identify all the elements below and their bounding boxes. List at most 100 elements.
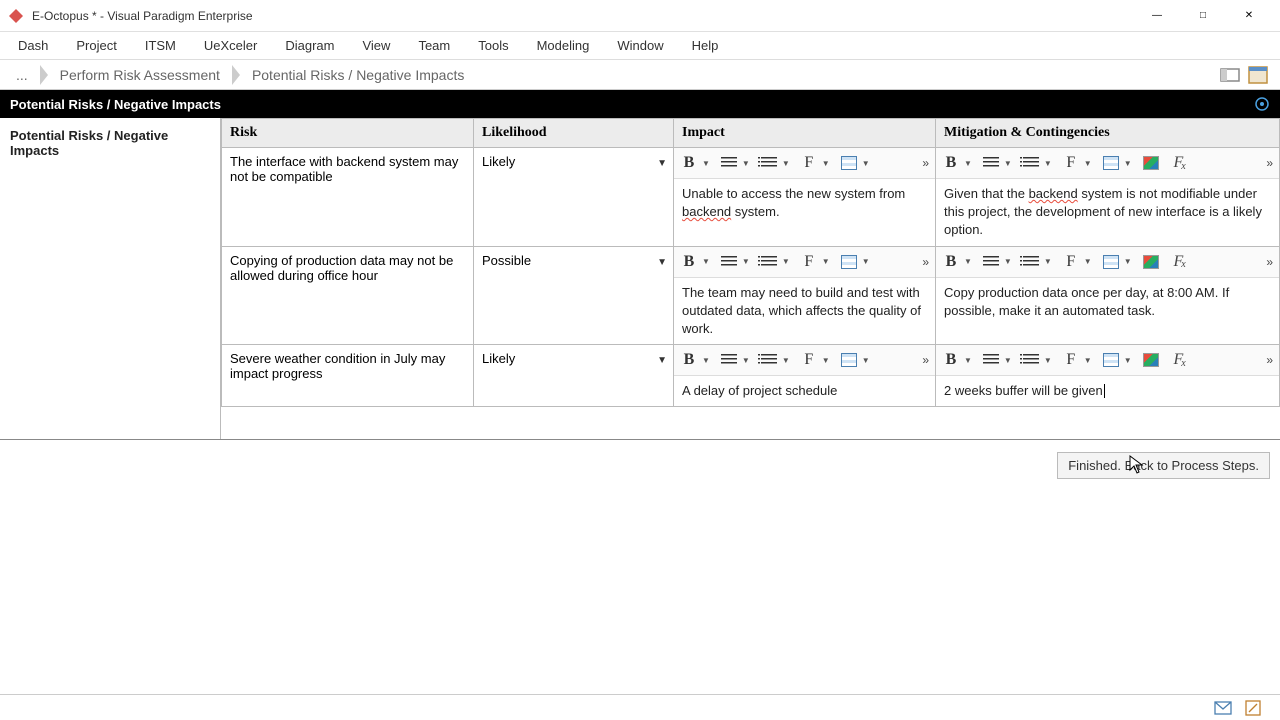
mitigation-cell[interactable]: B▼▼▼F▼▼F»2 weeks buffer will be given bbox=[936, 345, 1280, 407]
mail-icon[interactable] bbox=[1214, 700, 1232, 716]
likelihood-cell[interactable]: Likely▼ bbox=[474, 345, 674, 407]
menu-help[interactable]: Help bbox=[678, 34, 733, 57]
chevron-down-icon[interactable]: ▼ bbox=[962, 356, 972, 365]
align-button[interactable] bbox=[718, 349, 740, 371]
table-icon[interactable] bbox=[838, 152, 860, 174]
mitigation-text[interactable]: 2 weeks buffer will be given bbox=[936, 376, 1279, 406]
chevron-down-icon[interactable]: ▼ bbox=[700, 257, 710, 266]
menu-modeling[interactable]: Modeling bbox=[523, 34, 604, 57]
chevron-down-icon[interactable]: ▼ bbox=[1082, 257, 1092, 266]
list-button[interactable] bbox=[758, 152, 780, 174]
list-button[interactable] bbox=[758, 349, 780, 371]
menu-view[interactable]: View bbox=[348, 34, 404, 57]
color-icon[interactable] bbox=[1140, 251, 1162, 273]
chevron-down-icon[interactable]: ▼ bbox=[740, 257, 750, 266]
impact-cell[interactable]: B▼▼▼F▼▼»The team may need to build and t… bbox=[674, 246, 936, 345]
breadcrumb-root[interactable]: ... bbox=[6, 65, 38, 85]
impact-cell[interactable]: B▼▼▼F▼▼»Unable to access the new system … bbox=[674, 148, 936, 247]
menu-window[interactable]: Window bbox=[603, 34, 677, 57]
likelihood-cell[interactable]: Likely▼ bbox=[474, 148, 674, 247]
more-button[interactable]: » bbox=[1266, 353, 1275, 367]
chevron-down-icon[interactable]: ▼ bbox=[780, 356, 790, 365]
align-button[interactable] bbox=[718, 152, 740, 174]
chevron-down-icon[interactable]: ▼ bbox=[1002, 159, 1012, 168]
table-icon[interactable] bbox=[838, 251, 860, 273]
col-likelihood[interactable]: Likelihood bbox=[474, 119, 674, 148]
clear-format-icon[interactable]: F bbox=[1170, 152, 1192, 174]
clear-format-icon[interactable]: F bbox=[1170, 349, 1192, 371]
preview-icon[interactable] bbox=[1248, 66, 1268, 84]
risk-cell[interactable]: Severe weather condition in July may imp… bbox=[222, 345, 474, 407]
chevron-down-icon[interactable]: ▼ bbox=[1002, 356, 1012, 365]
chevron-down-icon[interactable]: ▼ bbox=[820, 257, 830, 266]
maximize-button[interactable]: □ bbox=[1180, 0, 1226, 32]
more-button[interactable]: » bbox=[922, 255, 931, 269]
chevron-down-icon[interactable]: ▼ bbox=[657, 355, 667, 366]
table-icon[interactable] bbox=[1100, 349, 1122, 371]
more-button[interactable]: » bbox=[1266, 156, 1275, 170]
impact-text[interactable]: A delay of project schedule bbox=[674, 376, 935, 406]
chevron-down-icon[interactable]: ▼ bbox=[1122, 257, 1132, 266]
table-icon[interactable] bbox=[1100, 152, 1122, 174]
font-button[interactable]: F bbox=[1060, 251, 1082, 273]
chevron-down-icon[interactable]: ▼ bbox=[740, 356, 750, 365]
breadcrumb-item-1[interactable]: Perform Risk Assessment bbox=[50, 65, 230, 85]
chevron-down-icon[interactable]: ▼ bbox=[820, 356, 830, 365]
impact-text[interactable]: Unable to access the new system from bac… bbox=[674, 179, 935, 227]
risk-cell[interactable]: The interface with backend system may no… bbox=[222, 148, 474, 247]
chevron-down-icon[interactable]: ▼ bbox=[700, 356, 710, 365]
font-button[interactable]: F bbox=[1060, 152, 1082, 174]
note-icon[interactable] bbox=[1244, 700, 1262, 716]
chevron-down-icon[interactable]: ▼ bbox=[962, 159, 972, 168]
chevron-down-icon[interactable]: ▼ bbox=[1122, 159, 1132, 168]
clear-format-icon[interactable]: F bbox=[1170, 251, 1192, 273]
menu-uexceler[interactable]: UeXceler bbox=[190, 34, 271, 57]
col-impact[interactable]: Impact bbox=[674, 119, 936, 148]
menu-project[interactable]: Project bbox=[62, 34, 130, 57]
chevron-down-icon[interactable]: ▼ bbox=[1042, 356, 1052, 365]
chevron-down-icon[interactable]: ▼ bbox=[1082, 159, 1092, 168]
mitigation-text[interactable]: Given that the backend system is not mod… bbox=[936, 179, 1279, 246]
close-button[interactable]: ✕ bbox=[1226, 0, 1272, 32]
impact-cell[interactable]: B▼▼▼F▼▼»A delay of project schedule bbox=[674, 345, 936, 407]
bold-button[interactable]: B bbox=[678, 251, 700, 273]
likelihood-cell[interactable]: Possible▼ bbox=[474, 246, 674, 345]
chevron-down-icon[interactable]: ▼ bbox=[780, 257, 790, 266]
bold-button[interactable]: B bbox=[678, 349, 700, 371]
list-button[interactable] bbox=[1020, 152, 1042, 174]
col-mitigation[interactable]: Mitigation & Contingencies bbox=[936, 119, 1280, 148]
chevron-down-icon[interactable]: ▼ bbox=[1002, 257, 1012, 266]
list-button[interactable] bbox=[1020, 251, 1042, 273]
list-button[interactable] bbox=[1020, 349, 1042, 371]
chevron-down-icon[interactable]: ▼ bbox=[1082, 356, 1092, 365]
chevron-down-icon[interactable]: ▼ bbox=[860, 159, 870, 168]
mitigation-text[interactable]: Copy production data once per day, at 8:… bbox=[936, 278, 1279, 326]
chevron-down-icon[interactable]: ▼ bbox=[820, 159, 830, 168]
finish-button[interactable]: Finished. Back to Process Steps. bbox=[1057, 452, 1270, 479]
list-button[interactable] bbox=[758, 251, 780, 273]
chevron-down-icon[interactable]: ▼ bbox=[657, 158, 667, 169]
font-button[interactable]: F bbox=[1060, 349, 1082, 371]
more-button[interactable]: » bbox=[1266, 255, 1275, 269]
chevron-down-icon[interactable]: ▼ bbox=[657, 257, 667, 268]
chevron-down-icon[interactable]: ▼ bbox=[1122, 356, 1132, 365]
bold-button[interactable]: B bbox=[678, 152, 700, 174]
chevron-down-icon[interactable]: ▼ bbox=[700, 159, 710, 168]
font-button[interactable]: F bbox=[798, 349, 820, 371]
risk-cell[interactable]: Copying of production data may not be al… bbox=[222, 246, 474, 345]
chevron-down-icon[interactable]: ▼ bbox=[860, 257, 870, 266]
color-icon[interactable] bbox=[1140, 349, 1162, 371]
chevron-down-icon[interactable]: ▼ bbox=[1042, 257, 1052, 266]
align-button[interactable] bbox=[980, 152, 1002, 174]
more-button[interactable]: » bbox=[922, 156, 931, 170]
font-button[interactable]: F bbox=[798, 152, 820, 174]
table-icon[interactable] bbox=[1100, 251, 1122, 273]
menu-dash[interactable]: Dash bbox=[4, 34, 62, 57]
breadcrumb-item-2[interactable]: Potential Risks / Negative Impacts bbox=[242, 65, 474, 85]
menu-tools[interactable]: Tools bbox=[464, 34, 522, 57]
mitigation-cell[interactable]: B▼▼▼F▼▼F»Given that the backend system i… bbox=[936, 148, 1280, 247]
chevron-down-icon[interactable]: ▼ bbox=[1042, 159, 1052, 168]
menu-diagram[interactable]: Diagram bbox=[271, 34, 348, 57]
menu-team[interactable]: Team bbox=[404, 34, 464, 57]
bold-button[interactable]: B bbox=[940, 251, 962, 273]
